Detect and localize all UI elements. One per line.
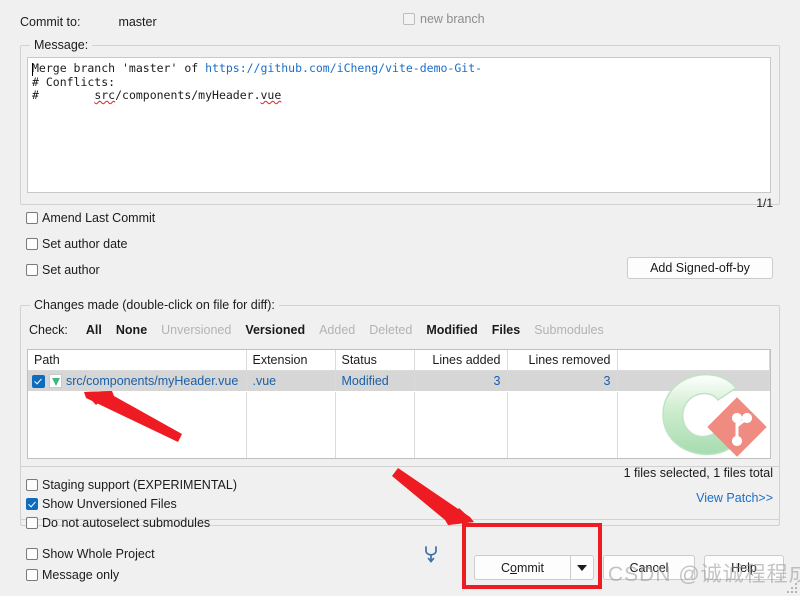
merge-branch-icon	[425, 546, 437, 563]
check-link-versioned[interactable]: Versioned	[245, 323, 305, 337]
commit-to-row: Commit to: master new branch	[20, 12, 780, 32]
amend-last-commit-label: Amend Last Commit	[42, 211, 156, 225]
add-signed-off-by-button[interactable]: Add Signed-off-by	[627, 257, 773, 279]
check-link-all[interactable]: All	[86, 323, 102, 337]
option-amend-last-commit[interactable]: Amend Last Commit	[26, 211, 155, 225]
show-unversioned-files-checkbox[interactable]	[26, 498, 38, 510]
cell-status: Modified	[335, 370, 415, 391]
message-line-1-url: https://github.com/iCheng/vite-demo-Git-	[205, 61, 483, 75]
check-link-added: Added	[319, 323, 356, 337]
set-author-date-checkbox[interactable]	[26, 238, 38, 250]
changed-files-table[interactable]: Path Extension Status Lines added Lines …	[27, 349, 771, 459]
column-header-lines-added[interactable]: Lines added	[414, 350, 508, 371]
file-path-text: src/components/myHeader.vue	[66, 374, 239, 388]
commit-message-text: Merge branch 'master' of https://github.…	[28, 58, 770, 103]
row-select-checkbox[interactable]	[32, 374, 45, 388]
message-line-1-prefix: Merge branch 'master' of	[32, 61, 206, 75]
set-author-date-label: Set author date	[42, 237, 128, 251]
option-message-only[interactable]: Message only	[26, 568, 119, 582]
commit-button-label: Commit	[500, 560, 545, 575]
column-header-extension[interactable]: Extension	[246, 350, 336, 371]
table-empty-area	[28, 392, 770, 458]
text-caret	[32, 63, 33, 76]
do-not-autoselect-submodules-checkbox[interactable]	[26, 517, 38, 529]
check-link-unversioned: Unversioned	[161, 323, 232, 337]
cell-lines-added: 3	[414, 370, 508, 391]
new-branch-label: new branch	[420, 12, 485, 26]
option-staging-support[interactable]: Staging support (EXPERIMENTAL)	[26, 478, 237, 492]
option-show-whole-project[interactable]: Show Whole Project	[26, 547, 155, 561]
commit-to-label: Commit to:	[20, 15, 81, 29]
message-only-checkbox[interactable]	[26, 569, 38, 581]
message-line-4-spellword-src: src	[94, 88, 116, 103]
option-show-unversioned-files[interactable]: Show Unversioned Files	[26, 497, 177, 511]
changes-made-legend: Changes made (double-click on file for d…	[30, 298, 279, 312]
commit-message-textarea[interactable]: Merge branch 'master' of https://github.…	[27, 57, 771, 193]
check-link-files[interactable]: Files	[492, 323, 521, 337]
cell-lines-removed: 3	[507, 370, 618, 391]
current-branch-value: master	[118, 15, 157, 29]
message-page-counter: 1/1	[756, 196, 773, 210]
staging-support-label: Staging support (EXPERIMENTAL)	[42, 478, 237, 492]
help-button[interactable]: Help	[704, 555, 784, 580]
show-whole-project-checkbox[interactable]	[26, 548, 38, 560]
new-branch-option[interactable]: new branch	[403, 12, 485, 26]
show-whole-project-label: Show Whole Project	[42, 547, 155, 561]
column-header-status[interactable]: Status	[335, 350, 415, 371]
option-do-not-autoselect-submodules[interactable]: Do not autoselect submodules	[26, 516, 210, 530]
check-label: Check:	[29, 323, 68, 337]
new-branch-checkbox[interactable]	[403, 13, 415, 25]
message-line-4-spellword-vue: vue	[260, 88, 282, 103]
do-not-autoselect-submodules-label: Do not autoselect submodules	[42, 516, 211, 530]
cancel-button[interactable]: Cancel	[603, 555, 695, 580]
set-author-checkbox[interactable]	[26, 264, 38, 276]
vue-file-icon	[49, 374, 62, 388]
files-table: Path Extension Status Lines added Lines …	[28, 350, 770, 391]
message-only-label: Message only	[42, 568, 120, 582]
table-row[interactable]: src/components/myHeader.vue .vue Modifie…	[28, 370, 770, 391]
message-line-4-prefix: #	[32, 88, 95, 103]
option-set-author-date[interactable]: Set author date	[26, 237, 127, 251]
message-line-4-path: /components/myHeader.	[115, 88, 261, 103]
column-header-lines-removed[interactable]: Lines removed	[507, 350, 618, 371]
message-groupbox: Message: Merge branch 'master' of https:…	[20, 38, 780, 210]
commit-dropdown-button[interactable]	[570, 555, 594, 580]
check-filter-row: Check: All None Unversioned Versioned Ad…	[29, 323, 618, 337]
table-header-row: Path Extension Status Lines added Lines …	[28, 350, 770, 371]
show-unversioned-files-label: Show Unversioned Files	[42, 497, 177, 511]
column-header-path[interactable]: Path	[28, 350, 247, 371]
cell-path[interactable]: src/components/myHeader.vue	[28, 370, 247, 391]
check-link-submodules: Submodules	[534, 323, 604, 337]
chevron-down-icon	[577, 564, 587, 571]
cell-extension: .vue	[246, 370, 336, 391]
check-link-modified[interactable]: Modified	[426, 323, 477, 337]
option-set-author[interactable]: Set author	[26, 263, 100, 277]
check-link-deleted: Deleted	[369, 323, 413, 337]
message-line-3: # Conflicts:	[32, 74, 116, 89]
commit-button[interactable]: Commit	[474, 555, 570, 580]
resize-grip[interactable]	[787, 583, 797, 593]
column-header-spacer	[617, 350, 770, 371]
commit-button-mnemonic: o	[510, 560, 517, 575]
message-legend: Message:	[30, 38, 93, 52]
set-author-label: Set author	[42, 263, 100, 277]
staging-support-checkbox[interactable]	[26, 479, 38, 491]
amend-last-commit-checkbox[interactable]	[26, 212, 38, 224]
cell-spacer	[617, 370, 770, 391]
tortoisegit-commit-dialog: Commit to: master new branch Message: Me…	[0, 0, 800, 596]
check-link-none[interactable]: None	[116, 323, 147, 337]
